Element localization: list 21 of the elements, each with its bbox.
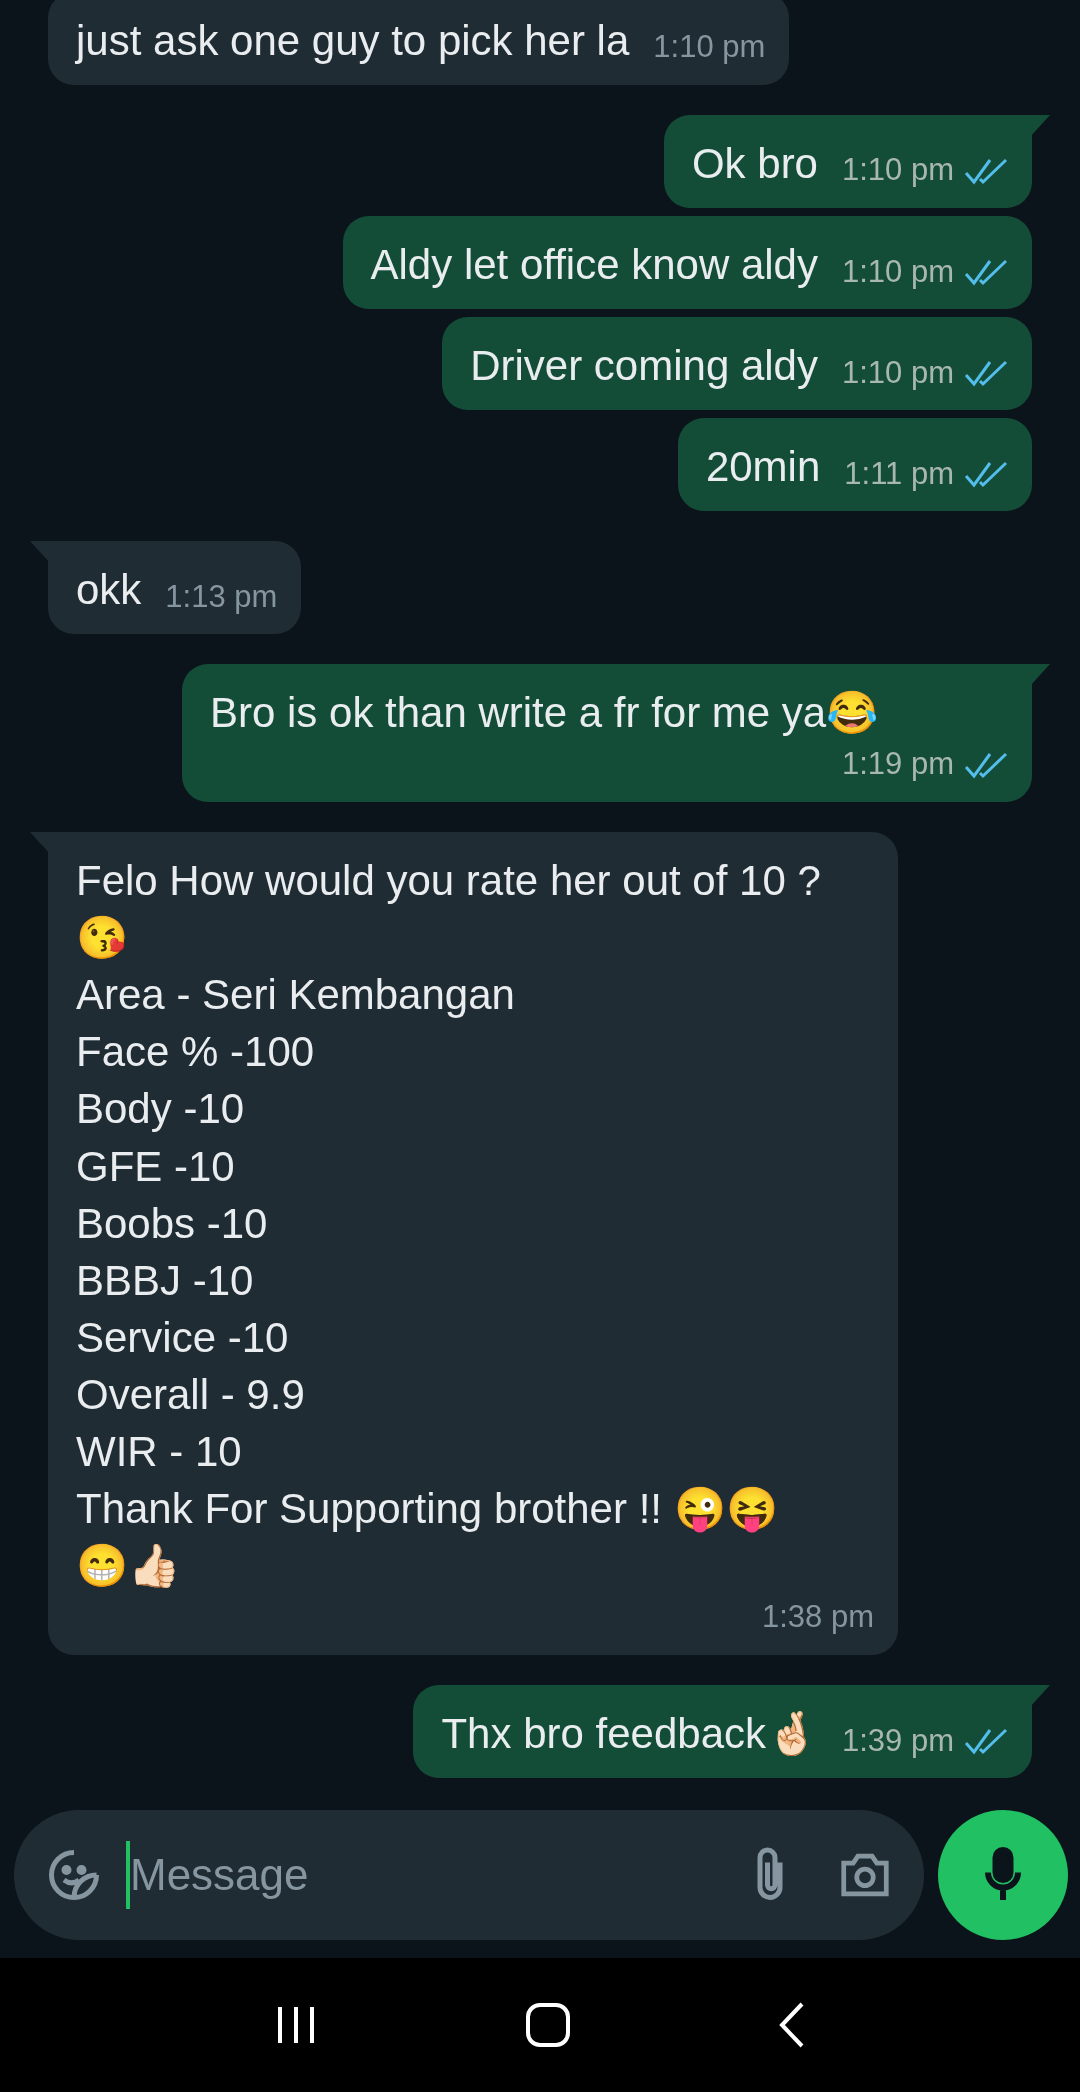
message-time: 1:10 pm <box>842 151 954 190</box>
message-input[interactable]: Message <box>126 1841 728 1909</box>
message-time: 1:10 pm <box>842 353 954 392</box>
message-text: Felo How would you rate her out of 10 ? 😘 Area - Seri Kembangan Face % -100 Body -10 GFE -10 Boobs -10 BBBJ -10 Service -10 Overall - 9.9 WIR - 10 Thank For Supporting brother !! 😜😝 😁👍🏻 <box>76 855 821 1592</box>
message-text: 20min <box>705 442 821 493</box>
message-text: Ok bro <box>691 138 818 189</box>
message-text: Thx bro feedback🤞🏻 <box>441 1708 818 1759</box>
message-text: Aldy let office know aldy <box>370 239 818 290</box>
message-time: 1:39 pm <box>842 1721 954 1760</box>
message-time: 1:38 pm <box>762 1598 874 1637</box>
message-field[interactable]: Message <box>14 1810 924 1940</box>
message-text: Bro is ok than write a fr for me ya😂 <box>210 688 879 739</box>
message-text: just ask one guy to pick her la <box>76 15 630 66</box>
message-time: 1:13 pm <box>165 577 278 616</box>
message-time: 1:10 pm <box>653 28 766 67</box>
message-time: 1:10 pm <box>842 252 954 291</box>
message-text: okk <box>76 565 142 616</box>
message-time: 1:11 pm <box>844 454 954 493</box>
message-time: 1:19 pm <box>842 745 954 784</box>
message-text: Driver coming aldy <box>470 341 818 392</box>
home-icon[interactable] <box>525 2002 571 2048</box>
